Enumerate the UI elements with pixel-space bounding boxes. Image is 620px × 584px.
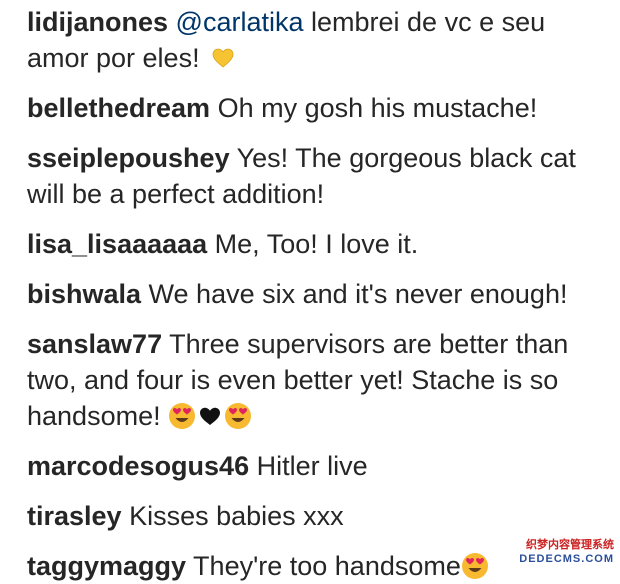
yellow-heart-icon [212, 48, 234, 68]
watermark-line2: DEDECMS.COM [519, 553, 614, 565]
comment-username[interactable]: bellethedream [27, 93, 210, 123]
comment-item: bishwala We have six and it's never enou… [27, 276, 612, 312]
comment-username[interactable]: taggymaggy [27, 551, 186, 581]
comment-item: lidijanones @carlatika lembrei de vc e s… [27, 4, 612, 76]
comment-username[interactable]: sseiplepoushey [27, 143, 230, 173]
comment-username[interactable]: sanslaw77 [27, 329, 162, 359]
watermark-line1: 织梦内容管理系统 [526, 539, 614, 551]
black-heart-icon [200, 407, 221, 425]
comment-text: We have six and it's never enough! [141, 279, 568, 309]
comment-username[interactable]: bishwala [27, 279, 141, 309]
heart-eyes-icon [225, 403, 252, 429]
comment-item: lisa_lisaaaaaa Me, Too! I love it. [27, 226, 612, 262]
comment-item: bellethedream Oh my gosh his mustache! [27, 90, 612, 126]
comment-text: Me, Too! I love it. [207, 229, 419, 259]
comment-item: tirasley Kisses babies xxx [27, 498, 612, 534]
watermark: 织梦内容管理系统 DEDECMS.COM [484, 538, 614, 578]
comment-username[interactable]: marcodesogus46 [27, 451, 249, 481]
comment-item: sanslaw77 Three supervisors are better t… [27, 326, 612, 434]
comment-text: Kisses babies xxx [121, 501, 344, 531]
comment-username[interactable]: tirasley [27, 501, 122, 531]
comment-mention[interactable]: @carlatika [176, 7, 304, 37]
comment-item: sseiplepoushey Yes! The gorgeous black c… [27, 140, 612, 212]
comment-text: They're too handsome [186, 551, 461, 581]
comment-username[interactable]: lidijanones [27, 7, 168, 37]
comment-text: Hitler live [249, 451, 368, 481]
heart-eyes-icon [169, 403, 196, 429]
comment-text: Oh my gosh his mustache! [210, 93, 538, 123]
comment-list: lidijanones @carlatika lembrei de vc e s… [27, 0, 612, 584]
comment-item: marcodesogus46 Hitler live [27, 448, 612, 484]
comment-username[interactable]: lisa_lisaaaaaa [27, 229, 207, 259]
